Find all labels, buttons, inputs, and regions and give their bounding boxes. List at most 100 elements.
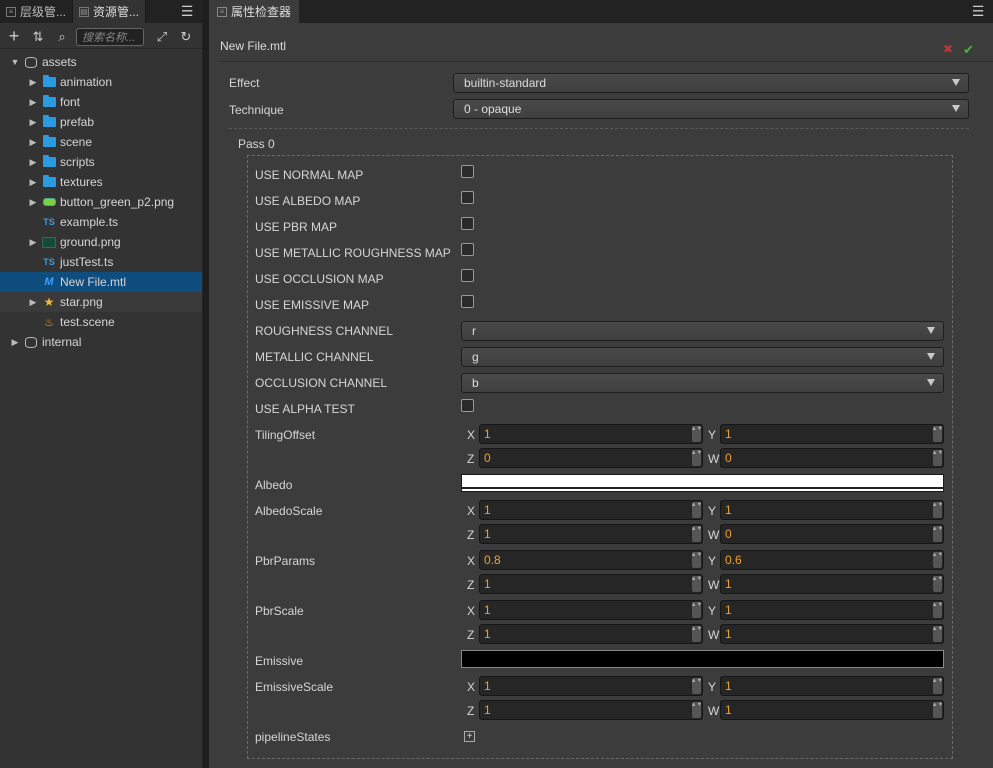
effect-select[interactable]: builtin-standard bbox=[453, 73, 969, 93]
chevron-right-icon[interactable]: ▶ bbox=[28, 297, 38, 307]
tree-item[interactable]: ▶ internal bbox=[0, 332, 202, 352]
tree-item[interactable]: ▶ animation bbox=[0, 72, 202, 92]
chevron-right-icon[interactable]: ▶ bbox=[28, 197, 38, 207]
stepper-icon[interactable]: ▲▼ bbox=[932, 552, 943, 568]
albedo-color-swatch[interactable] bbox=[461, 474, 944, 492]
stepper-icon[interactable]: ▲▼ bbox=[691, 626, 702, 642]
tree-item[interactable]: ▶ prefab bbox=[0, 112, 202, 132]
tree-item[interactable]: M New File.mtl bbox=[0, 272, 202, 292]
stepper-icon[interactable]: ▲▼ bbox=[932, 502, 943, 518]
tab-hierarchy[interactable]: ≡ 层级管... bbox=[0, 0, 74, 23]
chevron-right-icon[interactable]: ▶ bbox=[28, 137, 38, 147]
search-input[interactable]: 搜索名称... bbox=[76, 27, 144, 46]
tree-item[interactable]: ▶ font bbox=[0, 92, 202, 112]
tree-item[interactable]: ▶ ★ star.png bbox=[0, 292, 202, 312]
tree-item[interactable]: ▶ textures bbox=[0, 172, 202, 192]
tiling-offset-y-input[interactable]: 1 ▲▼ bbox=[720, 424, 944, 444]
tiling-offset-x-input[interactable]: 1 ▲▼ bbox=[479, 424, 703, 444]
pbr-params-y-input[interactable]: 0.6 ▲▼ bbox=[720, 550, 944, 570]
emissive-scale-x-input[interactable]: 1 ▲▼ bbox=[479, 676, 703, 696]
albedo-scale-y-input[interactable]: 1 ▲▼ bbox=[720, 500, 944, 520]
pbr-scale-y-input[interactable]: 1 ▲▼ bbox=[720, 600, 944, 620]
use-albedo-map-checkbox[interactable] bbox=[461, 191, 474, 204]
axis-z-label: Z bbox=[467, 528, 475, 542]
stepper-icon[interactable]: ▲▼ bbox=[691, 502, 702, 518]
tree-item[interactable]: TS example.ts bbox=[0, 212, 202, 232]
occlusion-channel-select[interactable]: b bbox=[461, 373, 944, 393]
stepper-icon[interactable]: ▲▼ bbox=[932, 450, 943, 466]
use-emissive-map-checkbox[interactable] bbox=[461, 295, 474, 308]
stepper-icon[interactable]: ▲▼ bbox=[932, 678, 943, 694]
stepper-icon[interactable]: ▲▼ bbox=[932, 526, 943, 542]
stepper-icon[interactable]: ▲▼ bbox=[691, 702, 702, 718]
tiling-offset-z-input[interactable]: 0 ▲▼ bbox=[479, 448, 703, 468]
tree-item[interactable]: ▶ scene bbox=[0, 132, 202, 152]
axis-x-label: X bbox=[467, 680, 476, 694]
tiling-offset-z-value: 0 bbox=[484, 451, 491, 465]
tree-item[interactable]: TS justTest.ts bbox=[0, 252, 202, 272]
stepper-icon[interactable]: ▲▼ bbox=[691, 602, 702, 618]
search-icon[interactable]: ⌕ bbox=[52, 27, 72, 47]
left-panel-menu-icon[interactable]: ☰ bbox=[172, 0, 202, 23]
tree-item[interactable]: ♨ test.scene bbox=[0, 312, 202, 332]
refresh-icon[interactable]: ↻ bbox=[176, 27, 196, 47]
stepper-icon[interactable]: ▲▼ bbox=[691, 426, 702, 442]
tab-assets[interactable]: ▤ 资源管... bbox=[73, 0, 147, 23]
pbr-params-z-input[interactable]: 1 ▲▼ bbox=[479, 574, 703, 594]
sort-icon[interactable]: ⇅ bbox=[28, 27, 48, 47]
use-pbr-map-checkbox[interactable] bbox=[461, 217, 474, 230]
chevron-down-icon[interactable]: ▼ bbox=[10, 57, 20, 67]
use-alpha-test-checkbox[interactable] bbox=[461, 399, 474, 412]
revert-icon[interactable]: ✖ bbox=[943, 42, 953, 58]
expand-plus-icon[interactable]: + bbox=[464, 731, 475, 742]
chevron-right-icon[interactable]: ▶ bbox=[28, 237, 38, 247]
albedo-scale-w-input[interactable]: 0 ▲▼ bbox=[720, 524, 944, 544]
metallic-channel-select[interactable]: g bbox=[461, 347, 944, 367]
chevron-right-icon[interactable]: ▶ bbox=[28, 157, 38, 167]
apply-icon[interactable]: ✔ bbox=[963, 42, 974, 58]
tree-item[interactable]: ▶ scripts bbox=[0, 152, 202, 172]
stepper-icon[interactable]: ▲▼ bbox=[932, 426, 943, 442]
stepper-icon[interactable]: ▲▼ bbox=[932, 602, 943, 618]
stepper-icon[interactable]: ▲▼ bbox=[691, 576, 702, 592]
emissive-scale-z-input[interactable]: 1 ▲▼ bbox=[479, 700, 703, 720]
tab-inspector[interactable]: ≡ 属性检查器 bbox=[209, 0, 300, 23]
roughness-channel-select[interactable]: r bbox=[461, 321, 944, 341]
stepper-icon[interactable]: ▲▼ bbox=[691, 678, 702, 694]
pbr-scale-z-input[interactable]: 1 ▲▼ bbox=[479, 624, 703, 644]
pbr-scale-x-input[interactable]: 1 ▲▼ bbox=[479, 600, 703, 620]
pbr-params-x-input[interactable]: 0.8 ▲▼ bbox=[479, 550, 703, 570]
expand-icon[interactable]: ⤢ bbox=[152, 27, 172, 47]
use-normal-map-checkbox[interactable] bbox=[461, 165, 474, 178]
emissive-scale-w-input[interactable]: 1 ▲▼ bbox=[720, 700, 944, 720]
chevron-right-icon[interactable]: ▶ bbox=[10, 337, 20, 347]
use-occlusion-map-checkbox[interactable] bbox=[461, 269, 474, 282]
tree-item-label: ground.png bbox=[60, 235, 121, 249]
stepper-icon[interactable]: ▲▼ bbox=[932, 626, 943, 642]
chevron-right-icon[interactable]: ▶ bbox=[28, 177, 38, 187]
stepper-icon[interactable]: ▲▼ bbox=[932, 702, 943, 718]
tree-item[interactable]: ▶ ground.png bbox=[0, 232, 202, 252]
typescript-icon: TS bbox=[43, 217, 55, 227]
tiling-offset-w-input[interactable]: 0 ▲▼ bbox=[720, 448, 944, 468]
albedo-label: Albedo bbox=[255, 478, 293, 492]
albedo-scale-x-input[interactable]: 1 ▲▼ bbox=[479, 500, 703, 520]
use-metallic-roughness-map-checkbox[interactable] bbox=[461, 243, 474, 256]
stepper-icon[interactable]: ▲▼ bbox=[691, 526, 702, 542]
chevron-right-icon[interactable]: ▶ bbox=[28, 117, 38, 127]
stepper-icon[interactable]: ▲▼ bbox=[691, 450, 702, 466]
technique-select[interactable]: 0 - opaque bbox=[453, 99, 969, 119]
pbr-scale-w-input[interactable]: 1 ▲▼ bbox=[720, 624, 944, 644]
chevron-right-icon[interactable]: ▶ bbox=[28, 97, 38, 107]
tree-item[interactable]: ▼ assets bbox=[0, 52, 202, 72]
chevron-right-icon[interactable]: ▶ bbox=[28, 77, 38, 87]
emissive-color-swatch[interactable] bbox=[461, 650, 944, 668]
tree-item[interactable]: ▶ button_green_p2.png bbox=[0, 192, 202, 212]
emissive-scale-y-input[interactable]: 1 ▲▼ bbox=[720, 676, 944, 696]
add-icon[interactable]: + bbox=[4, 26, 24, 47]
stepper-icon[interactable]: ▲▼ bbox=[932, 576, 943, 592]
stepper-icon[interactable]: ▲▼ bbox=[691, 552, 702, 568]
inspector-menu-icon[interactable]: ☰ bbox=[963, 0, 993, 23]
albedo-scale-z-input[interactable]: 1 ▲▼ bbox=[479, 524, 703, 544]
pbr-params-w-input[interactable]: 1 ▲▼ bbox=[720, 574, 944, 594]
